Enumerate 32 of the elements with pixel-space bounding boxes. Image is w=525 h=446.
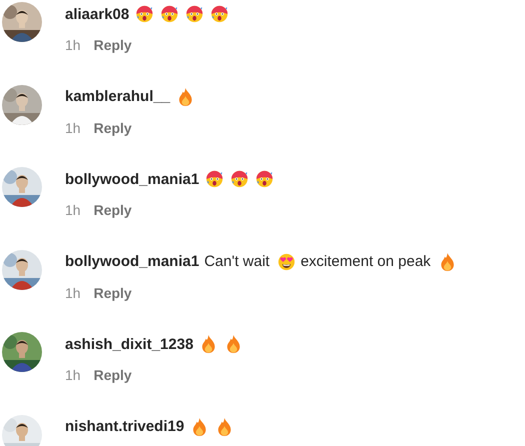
comment-time: 1h: [65, 284, 81, 300]
shocked-face-icon: [161, 5, 178, 23]
reply-button[interactable]: Reply: [94, 367, 132, 383]
username[interactable]: nishant.trivedi19: [65, 418, 184, 435]
shocked-face-icon: [136, 5, 154, 23]
username[interactable]: bollywood_mania1: [65, 170, 200, 188]
comment-time: 1h: [65, 367, 81, 383]
reply-button[interactable]: Reply: [94, 284, 132, 300]
username[interactable]: kamblerahul__: [65, 88, 170, 105]
shocked-face-icon: [206, 170, 224, 188]
username[interactable]: aliaark08: [65, 6, 130, 22]
username[interactable]: ashish_dixit_1238: [65, 336, 194, 352]
shocked-face-icon: [231, 170, 248, 188]
fire-icon: [177, 88, 194, 106]
shocked-face-icon: [186, 5, 204, 23]
fire-icon: [200, 335, 218, 353]
reply-button[interactable]: Reply: [94, 202, 132, 218]
shocked-face-icon: [256, 170, 274, 188]
comment-time: 1h: [65, 202, 81, 218]
comment-text: Can't wait: [204, 253, 270, 270]
fire-icon: [216, 418, 234, 436]
fire-icon: [225, 335, 242, 353]
fire-icon: [438, 252, 456, 270]
comment-text: excitement on peak: [300, 253, 431, 270]
reply-button[interactable]: Reply: [94, 120, 132, 136]
shocked-face-icon: [211, 5, 228, 23]
fire-icon: [191, 418, 208, 436]
comment-time: 1h: [65, 37, 81, 53]
username[interactable]: bollywood_mania1: [65, 253, 200, 270]
heart-eyes-face-icon: [278, 252, 295, 270]
reply-button[interactable]: Reply: [94, 37, 132, 53]
comment-time: 1h: [65, 120, 81, 136]
